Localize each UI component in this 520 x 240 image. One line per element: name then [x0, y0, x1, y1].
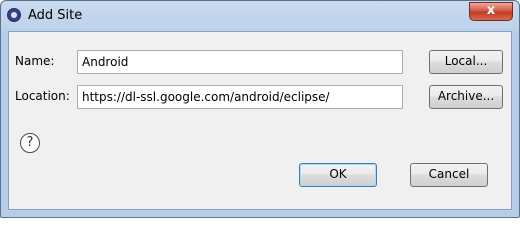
- add-site-dialog: Add Site x Name: Android Local... Locati…: [0, 0, 520, 218]
- location-field[interactable]: https://dl-ssl.google.com/android/eclips…: [77, 85, 403, 109]
- ok-button[interactable]: OK: [299, 163, 377, 187]
- close-button[interactable]: x: [469, 2, 513, 21]
- name-label: Name:: [15, 54, 55, 68]
- local-button[interactable]: Local...: [429, 50, 503, 74]
- window-title: Add Site: [28, 8, 83, 23]
- title-bar[interactable]: Add Site x: [1, 1, 519, 31]
- close-icon: x: [486, 3, 496, 18]
- dialog-body: Name: Android Local... Location: https:/…: [8, 31, 512, 210]
- location-label: Location:: [15, 89, 70, 103]
- eclipse-icon: [7, 8, 21, 22]
- help-icon[interactable]: ?: [20, 133, 40, 153]
- name-field[interactable]: Android: [77, 50, 403, 74]
- archive-button[interactable]: Archive...: [429, 85, 503, 109]
- cancel-button[interactable]: Cancel: [410, 163, 488, 187]
